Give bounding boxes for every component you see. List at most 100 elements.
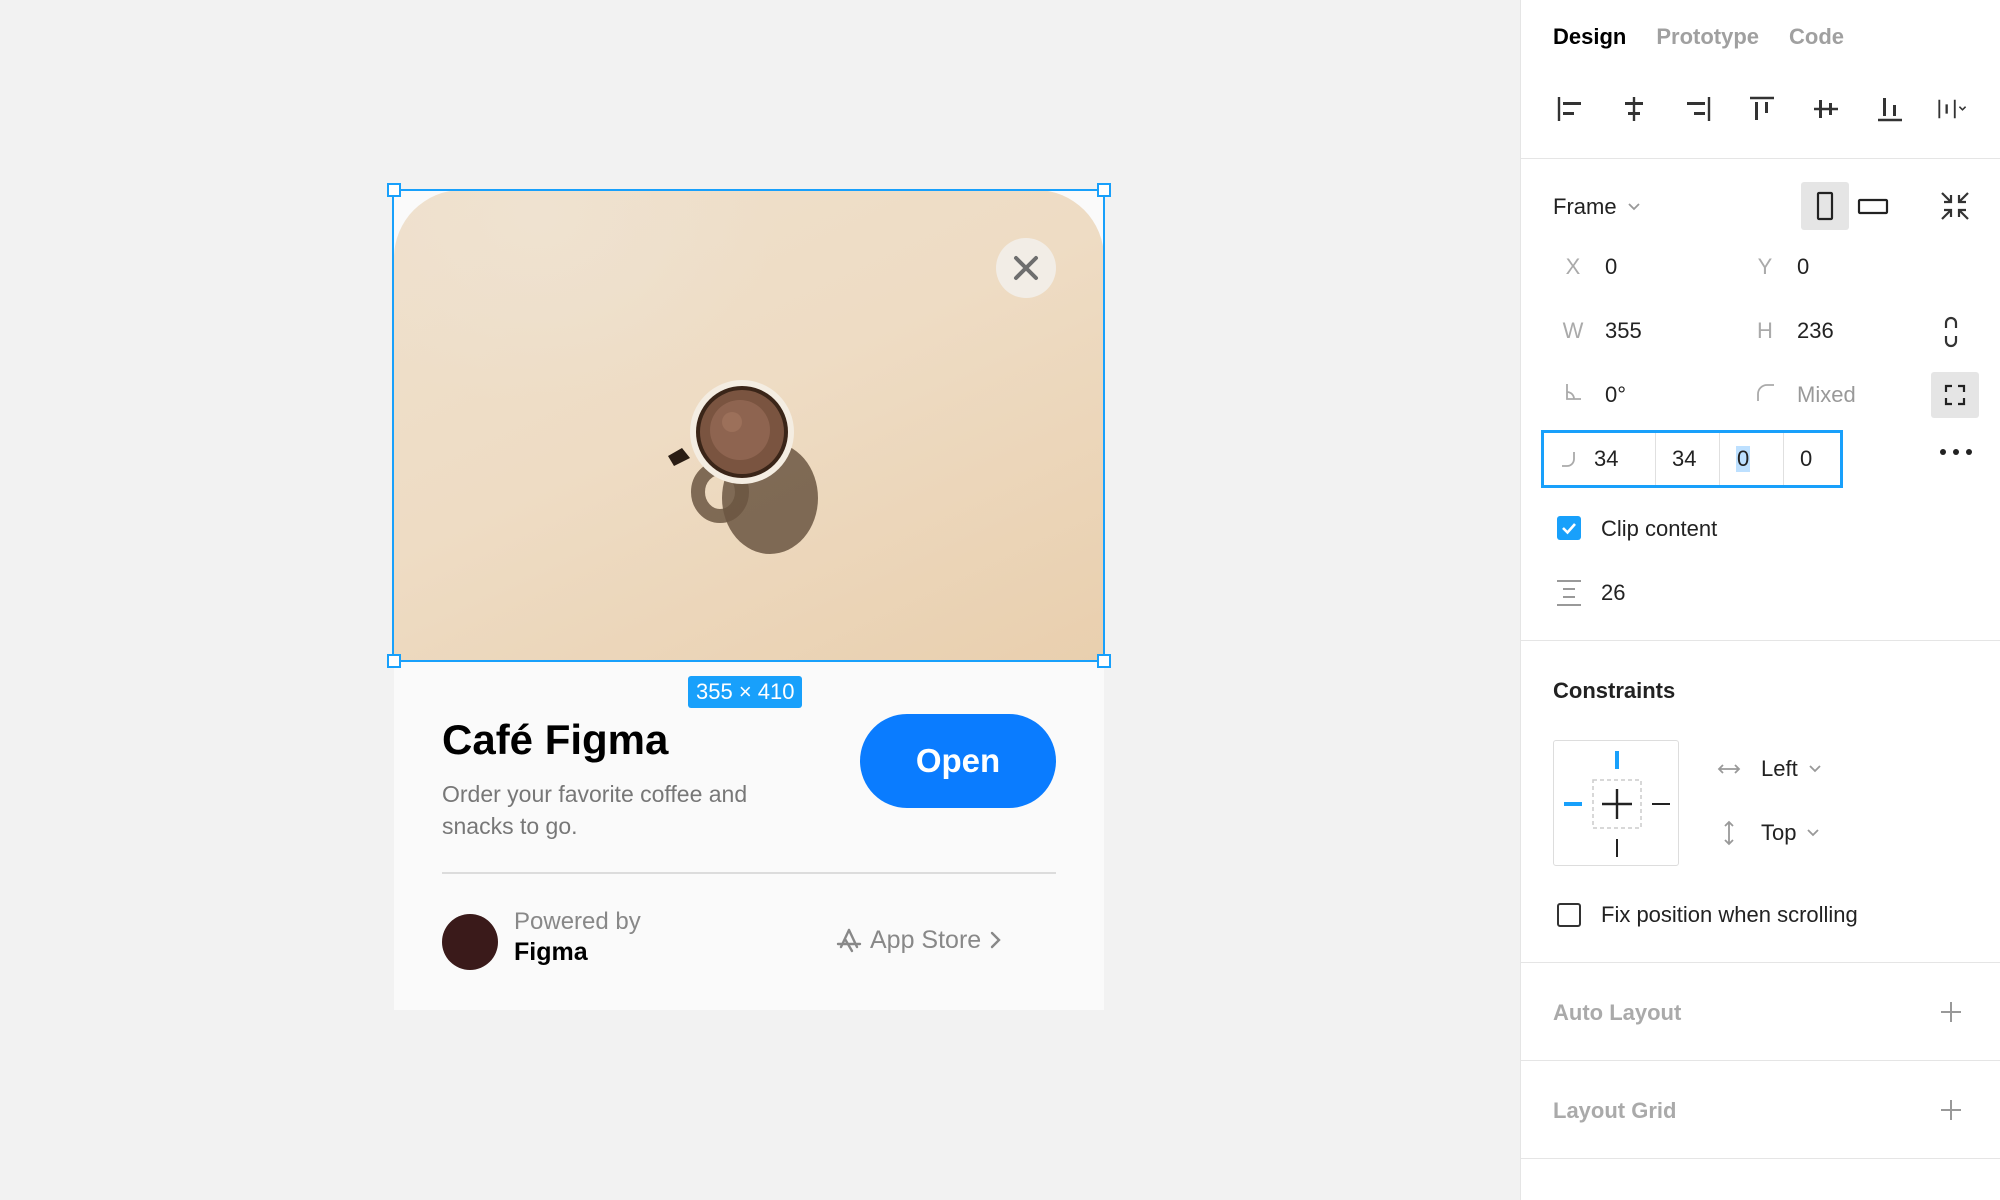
add-layout-grid-button[interactable] xyxy=(1939,1098,1963,1122)
constrain-proportions-icon xyxy=(1944,316,1958,348)
portrait-icon xyxy=(1816,191,1834,221)
landscape-icon xyxy=(1857,198,1889,215)
independent-radius-inputs: 34 34 0 0 xyxy=(1541,430,1843,488)
vertical-constraint-dropdown[interactable]: Top xyxy=(1717,820,1820,846)
rotation-value[interactable]: 0° xyxy=(1605,382,1626,408)
spacing-icon xyxy=(1555,578,1583,613)
avatar xyxy=(442,914,498,970)
plus-icon xyxy=(1941,1002,1961,1022)
card-hero-image xyxy=(394,190,1104,662)
frame-label: Frame xyxy=(1553,194,1617,219)
tab-code[interactable]: Code xyxy=(1789,24,1844,50)
resize-to-fit-icon xyxy=(1941,192,1969,220)
open-button[interactable]: Open xyxy=(860,714,1056,808)
fix-position-label: Fix position when scrolling xyxy=(1601,902,1858,927)
rotation-icon xyxy=(1561,382,1585,408)
resize-to-fit-button[interactable] xyxy=(1931,182,1979,230)
app-store-link[interactable]: App Store xyxy=(836,925,1003,955)
chevron-down-icon xyxy=(1807,829,1820,837)
resize-handle-bottom-left[interactable] xyxy=(387,654,401,668)
clip-content-checkbox[interactable] xyxy=(1557,516,1581,540)
powered-by-label: Powered by xyxy=(514,908,641,935)
w-label: W xyxy=(1562,318,1584,343)
align-right-icon[interactable] xyxy=(1681,92,1715,126)
align-top-icon[interactable] xyxy=(1745,92,1779,126)
corner-top-left-icon xyxy=(1562,452,1575,467)
align-left-icon[interactable] xyxy=(1553,92,1587,126)
panel-tabs: Design Prototype Code xyxy=(1553,24,1844,50)
chevron-down-icon xyxy=(1809,765,1821,773)
radius-bottom-left-value[interactable]: 0 xyxy=(1800,446,1812,472)
divider xyxy=(1521,1060,2000,1061)
vertical-constraint-value: Top xyxy=(1761,820,1797,845)
close-icon xyxy=(1014,256,1038,280)
app-store-label: App Store xyxy=(870,925,982,954)
constrain-proportions-button[interactable] xyxy=(1941,316,1961,353)
constraints-diagram-icon xyxy=(1564,751,1670,857)
corner-radius-icon xyxy=(1753,382,1777,408)
auto-layout-title: Auto Layout xyxy=(1553,1000,1682,1025)
coffee-mug-image xyxy=(668,380,818,554)
radius-top-left-value[interactable]: 34 xyxy=(1594,446,1618,472)
w-value[interactable]: 355 xyxy=(1605,318,1642,344)
more-horizontal-icon xyxy=(1940,449,1972,455)
horizontal-arrows-icon xyxy=(1717,764,1741,774)
card-description: Order your favorite coffee and snacks to… xyxy=(442,781,748,839)
app-clip-card[interactable]: Café Figma Order your favorite coffee an… xyxy=(394,190,1104,1010)
y-value[interactable]: 0 xyxy=(1797,254,1809,280)
horizontal-constraint-value: Left xyxy=(1761,756,1798,781)
vertical-arrows-icon xyxy=(1724,820,1734,846)
tab-prototype[interactable]: Prototype xyxy=(1656,24,1759,50)
clip-content-label: Clip content xyxy=(1601,516,1718,541)
add-auto-layout-button[interactable] xyxy=(1939,1000,1963,1024)
more-options-button[interactable] xyxy=(1939,444,1973,462)
powered-by-name: Figma xyxy=(514,938,588,966)
align-vertical-center-icon[interactable] xyxy=(1809,92,1843,126)
close-button[interactable] xyxy=(996,238,1056,298)
divider xyxy=(1521,1158,2000,1159)
constraints-widget[interactable] xyxy=(1553,740,1679,866)
align-horizontal-center-icon[interactable] xyxy=(1617,92,1651,126)
fix-position-checkbox[interactable] xyxy=(1557,903,1581,927)
checkmark-icon xyxy=(1562,523,1576,535)
alignment-toolbar xyxy=(1553,92,1971,126)
x-value[interactable]: 0 xyxy=(1605,254,1617,280)
layout-grid-title: Layout Grid xyxy=(1553,1098,1677,1123)
x-label: X xyxy=(1565,254,1581,279)
y-label: Y xyxy=(1757,254,1773,279)
radius-top-right-value[interactable]: 34 xyxy=(1672,446,1696,472)
constraints-title: Constraints xyxy=(1553,678,1676,703)
frame-preset-dropdown[interactable]: Frame xyxy=(1553,194,1641,220)
chevron-down-icon xyxy=(1627,203,1640,211)
independent-corners-icon xyxy=(1944,384,1966,406)
card-title: Café Figma xyxy=(442,716,669,763)
corner-radius-value[interactable]: Mixed xyxy=(1797,382,1856,408)
distribute-menu-icon[interactable] xyxy=(1937,92,1971,126)
independent-corners-button[interactable] xyxy=(1931,372,1979,418)
radius-bottom-right-value[interactable]: 0 xyxy=(1736,446,1751,472)
radius-top-left-field[interactable]: 34 xyxy=(1544,433,1656,485)
divider xyxy=(1521,962,2000,963)
spacing-value[interactable]: 26 xyxy=(1601,580,1625,606)
radius-bottom-left-field[interactable]: 0 xyxy=(1784,433,1840,485)
chevron-right-icon xyxy=(990,931,1001,949)
radius-bottom-right-field[interactable]: 0 xyxy=(1720,433,1784,485)
resize-handle-top-left[interactable] xyxy=(387,183,401,197)
divider xyxy=(1521,158,2000,159)
horizontal-constraint-dropdown[interactable]: Left xyxy=(1717,756,1822,782)
tab-design[interactable]: Design xyxy=(1553,24,1626,50)
resize-handle-bottom-right[interactable] xyxy=(1097,654,1111,668)
portrait-orientation-button[interactable] xyxy=(1801,182,1849,230)
plus-icon xyxy=(1941,1100,1961,1120)
dimension-badge: 355 × 410 xyxy=(688,676,803,708)
align-bottom-icon[interactable] xyxy=(1873,92,1907,126)
card-divider xyxy=(442,872,1056,874)
resize-handle-top-right[interactable] xyxy=(1097,183,1111,197)
design-panel: Design Prototype Code Frame X 0 Y 0 W 35… xyxy=(1520,0,2000,1200)
h-value[interactable]: 236 xyxy=(1797,318,1834,344)
canvas[interactable]: Café Figma Order your favorite coffee an… xyxy=(0,0,1520,1200)
landscape-orientation-button[interactable] xyxy=(1849,182,1897,230)
radius-top-right-field[interactable]: 34 xyxy=(1656,433,1720,485)
h-label: H xyxy=(1757,318,1773,343)
app-store-icon xyxy=(836,928,862,953)
